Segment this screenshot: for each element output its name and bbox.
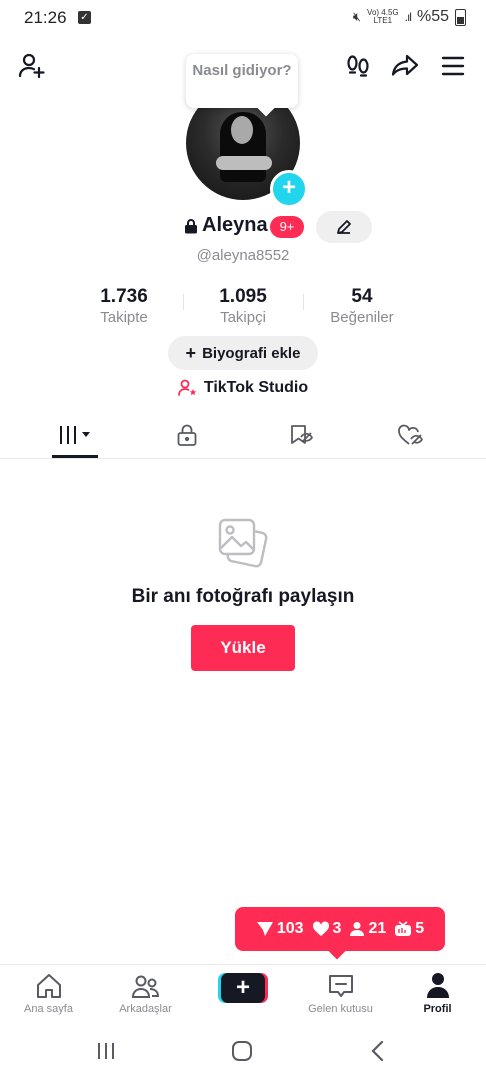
activity-summary-toast[interactable]: 103 3 21 5	[235, 907, 445, 951]
avatar-face	[231, 116, 253, 144]
lock-icon	[185, 218, 197, 233]
friends-icon	[131, 975, 159, 998]
home-square-icon	[232, 1041, 252, 1061]
live-tv-icon	[395, 921, 412, 936]
home-system-button[interactable]	[222, 1036, 262, 1066]
stat-label: Beğeniler	[330, 309, 394, 326]
empty-state-title: Bir anı fotoğrafı paylaşın	[131, 586, 355, 607]
status-bubble-text: Nasıl gidiyor?	[192, 62, 292, 79]
video-grid-icon	[59, 426, 90, 444]
nav-profile[interactable]: Profil	[389, 965, 486, 1025]
notification-badge[interactable]: 9+	[270, 216, 304, 238]
avatar-arm	[216, 156, 272, 170]
profile-name: Aleyna	[202, 214, 268, 236]
tiktok-studio-label: TikTok Studio	[203, 379, 309, 396]
stat-value: 1.736	[100, 286, 148, 307]
heart-icon	[312, 921, 329, 936]
nav-label: Profil	[423, 1003, 452, 1015]
hamburger-menu-icon	[441, 56, 465, 76]
nav-label: Ana sayfa	[24, 1003, 73, 1015]
back-chevron-icon	[371, 1040, 384, 1062]
plus-icon: +	[185, 342, 197, 363]
share-profile-button[interactable]	[387, 48, 423, 84]
system-navigation-bar	[0, 1024, 486, 1080]
signal-icon: .ıl	[404, 10, 412, 24]
recent-apps-icon	[98, 1043, 114, 1059]
nav-home[interactable]: Ana sayfa	[0, 965, 97, 1025]
footprints-icon	[347, 55, 369, 77]
recent-apps-button[interactable]	[86, 1036, 126, 1066]
tab-liked[interactable]	[350, 412, 471, 458]
toast-views: 5	[394, 920, 424, 938]
status-right: 🔇︎ Vo) 4.5G LTE1 .ıl %55	[353, 8, 466, 26]
profile-username: @aleyna8552	[196, 247, 290, 264]
stat-followers[interactable]: 1.095 Takipçi	[183, 286, 303, 326]
pencil-icon	[337, 220, 351, 234]
back-button[interactable]	[358, 1036, 398, 1066]
stat-value: 54	[351, 286, 373, 307]
notification-check-icon: ✓	[78, 11, 91, 24]
photo-stack-icon	[216, 516, 270, 570]
battery-icon	[455, 8, 466, 26]
plus-icon: +	[281, 174, 296, 201]
toast-shares: 103	[256, 920, 304, 938]
user-icon	[350, 922, 365, 936]
footprints-button[interactable]	[340, 48, 376, 84]
home-icon	[36, 974, 61, 998]
share-arrow-icon	[391, 54, 419, 76]
inbox-message-icon	[328, 975, 353, 997]
network-indicator: Vo) 4.5G LTE1	[367, 8, 399, 25]
profile-tabs	[0, 412, 486, 459]
studio-user-star-icon	[177, 379, 197, 396]
heart-hidden-icon	[397, 424, 423, 445]
add-friend-button[interactable]	[14, 48, 50, 84]
toast-likes: 3	[312, 920, 341, 938]
nav-label: Arkadaşlar	[119, 1003, 172, 1015]
add-bio-label: Biyografi ekle	[202, 344, 301, 362]
stat-label: Takipte	[100, 309, 148, 326]
lock-icon	[177, 424, 196, 446]
profile-name-row: Aleyna	[184, 214, 268, 237]
tab-videos[interactable]	[14, 412, 135, 458]
stat-value: 1.095	[219, 286, 267, 307]
bookmark-hidden-icon	[290, 425, 313, 444]
menu-button[interactable]	[435, 48, 471, 84]
status-bar: 21:26 ✓ 🔇︎ Vo) 4.5G LTE1 .ıl %55	[0, 0, 486, 36]
tab-saved[interactable]	[240, 412, 361, 458]
status-time: 21:26	[24, 8, 67, 27]
create-button[interactable]: +	[218, 973, 268, 1003]
tiktok-studio-link[interactable]: TikTok Studio	[0, 379, 486, 397]
active-tab-indicator	[52, 455, 98, 458]
add-bio-button[interactable]: + Biyografi ekle	[168, 336, 318, 370]
profile-user-icon	[426, 973, 449, 998]
add-user-icon	[18, 53, 45, 79]
stat-likes[interactable]: 54 Beğeniler	[302, 286, 422, 326]
toast-followers: 21	[349, 920, 386, 938]
create-plus-icon: +	[221, 973, 265, 1003]
status-bubble[interactable]: Nasıl gidiyor?	[186, 54, 298, 108]
upload-button[interactable]: Yükle	[191, 625, 295, 671]
nav-inbox[interactable]: Gelen kutusu	[292, 965, 389, 1025]
nav-friends[interactable]: Arkadaşlar	[97, 965, 194, 1025]
nav-label: Gelen kutusu	[308, 1003, 373, 1015]
mute-icon: 🔇︎	[352, 9, 362, 24]
tab-private[interactable]	[126, 412, 247, 458]
stat-label: Takipçi	[220, 309, 266, 326]
send-icon	[256, 922, 273, 936]
add-story-button[interactable]: +	[270, 170, 308, 208]
stat-following[interactable]: 1.736 Takipte	[64, 286, 184, 326]
edit-profile-button[interactable]	[316, 211, 372, 243]
battery-text: %55	[416, 8, 449, 25]
